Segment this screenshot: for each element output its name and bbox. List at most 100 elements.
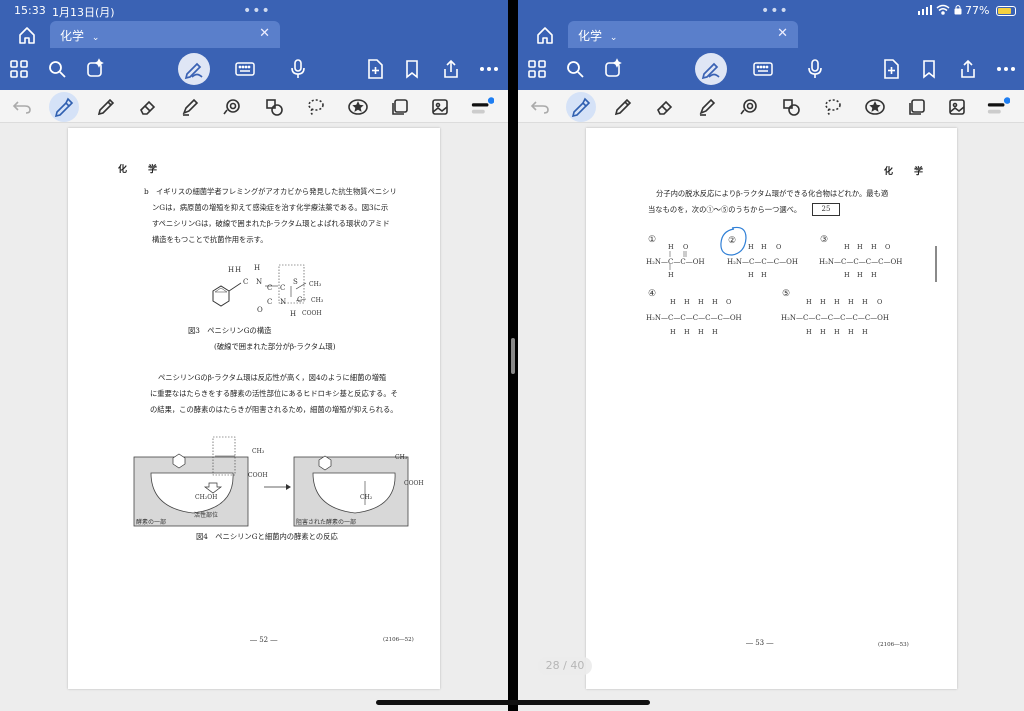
document-tab[interactable]: 化学 ⌄ ✕ <box>568 21 798 48</box>
fig3-label-ch3-1: CH₃ <box>309 281 322 288</box>
grid-icon[interactable] <box>6 56 32 82</box>
option-3-number[interactable]: ③ <box>820 235 828 245</box>
home-icon[interactable] <box>14 24 40 46</box>
battery-icon <box>996 6 1016 16</box>
svg-text:H: H <box>684 328 690 336</box>
svg-text:H: H <box>670 298 676 306</box>
more-icon[interactable] <box>476 56 502 82</box>
grid-icon[interactable] <box>524 56 550 82</box>
eraser-icon[interactable] <box>653 95 677 119</box>
fig4-inhibited-enzyme: 阻害された酵素の一部 <box>296 519 357 526</box>
fountain-pen-icon[interactable] <box>52 95 76 119</box>
multitask-dots[interactable]: ••• <box>761 3 789 19</box>
answer-box[interactable]: 25 <box>812 203 840 216</box>
shapes-icon[interactable] <box>779 95 803 119</box>
highlighter-icon[interactable] <box>178 95 202 119</box>
svg-text:H: H <box>806 298 812 306</box>
right-app-pane: ••• 77% 化学 ⌄ ✕ 化 学 分子内の脱水反応によりβ-ラクタム環ができ… <box>518 0 1024 711</box>
image-icon[interactable] <box>945 95 969 119</box>
svg-text:H: H <box>862 298 868 306</box>
sticker-icon[interactable] <box>863 95 887 119</box>
svg-text:H: H <box>834 298 840 306</box>
share-icon[interactable] <box>955 56 981 82</box>
option-5-number[interactable]: ⑤ <box>782 289 790 299</box>
pen-color-icon[interactable] <box>986 95 1010 119</box>
svg-text:H: H <box>871 271 877 279</box>
share-icon[interactable] <box>438 56 464 82</box>
fig4-caption: 図4 ペニシリンGと細菌内の酵素との反応 <box>196 532 338 541</box>
fig3-label-h1: H <box>228 266 235 274</box>
signal-icon <box>918 5 932 15</box>
drawing-toolbar <box>518 90 1024 123</box>
svg-text:H: H <box>871 243 877 251</box>
enzyme-reaction-figure <box>133 436 409 527</box>
home-icon[interactable] <box>532 24 558 46</box>
svg-text:O: O <box>885 243 890 251</box>
lasso-select-icon[interactable] <box>304 95 328 119</box>
pen-color-icon[interactable] <box>470 95 494 119</box>
add-page-icon[interactable] <box>878 56 904 82</box>
image-icon[interactable] <box>428 95 452 119</box>
bookmark-icon[interactable] <box>399 56 425 82</box>
multitask-dots[interactable]: ••• <box>243 3 271 19</box>
lasso-eraser-icon[interactable] <box>737 95 761 119</box>
page-header: 化 学 <box>118 165 164 175</box>
undo-icon[interactable] <box>528 95 552 119</box>
sticky-note-icon[interactable] <box>388 95 412 119</box>
microphone-icon[interactable] <box>285 56 311 82</box>
document-tab[interactable]: 化学 ⌄ ✕ <box>50 21 280 48</box>
chevron-down-icon[interactable]: ⌄ <box>92 33 100 43</box>
keyboard-icon[interactable] <box>750 56 776 82</box>
fig3-label-cooh: COOH <box>302 310 322 317</box>
option-1-number[interactable]: ① <box>648 235 656 245</box>
fig4-active-site: 活性部位 <box>194 512 219 519</box>
home-indicator[interactable] <box>376 700 650 705</box>
para-b-line-2: ンGは，病原菌の増殖を抑えて感染症を治す化学療法薬である。図3に示 <box>152 203 389 212</box>
svg-text:H: H <box>684 298 690 306</box>
fig3-label-n1: N <box>256 278 263 286</box>
search-icon[interactable] <box>562 56 588 82</box>
option-3-substituents: HHHO HHH <box>844 243 890 279</box>
fig4-enzyme-part: 酵素の一部 <box>136 519 167 526</box>
tab-title: 化学 <box>60 29 85 43</box>
more-icon[interactable] <box>993 56 1019 82</box>
fig4-ch2oh: CH₂OH <box>195 494 218 501</box>
keyboard-icon[interactable] <box>232 56 258 82</box>
shapes-icon[interactable] <box>262 95 286 119</box>
pencil-icon[interactable] <box>94 95 118 119</box>
pencil-icon[interactable] <box>611 95 635 119</box>
pen-mode-button[interactable] <box>695 53 727 85</box>
bookmark-icon[interactable] <box>916 56 942 82</box>
pen-mode-button[interactable] <box>178 53 210 85</box>
ai-assist-icon[interactable] <box>82 56 108 82</box>
highlighter-icon[interactable] <box>695 95 719 119</box>
split-view-handle[interactable] <box>511 338 515 374</box>
microphone-icon[interactable] <box>802 56 828 82</box>
sticker-icon[interactable] <box>346 95 370 119</box>
svg-text:H: H <box>668 271 674 279</box>
close-icon[interactable]: ✕ <box>777 26 788 41</box>
eraser-icon[interactable] <box>136 95 160 119</box>
svg-text:O: O <box>726 298 731 306</box>
add-page-icon[interactable] <box>362 56 388 82</box>
question-line-1: 分子内の脱水反応によりβ-ラクタム環ができる化合物はどれか。最も適 <box>656 189 889 198</box>
fountain-pen-icon[interactable] <box>569 95 593 119</box>
fig3-label-ch3-2: CH₃ <box>311 297 324 304</box>
fig3-note: (破線で囲まれた部分がβ-ラクタム環) <box>214 342 336 351</box>
undo-icon[interactable] <box>10 95 34 119</box>
svg-text:H: H <box>820 298 826 306</box>
svg-text:H: H <box>820 328 826 336</box>
option-2-substituents: HHO HH <box>748 243 781 279</box>
close-icon[interactable]: ✕ <box>259 26 270 41</box>
chevron-down-icon[interactable]: ⌄ <box>610 33 618 43</box>
fig3-label-h3: H <box>254 264 261 272</box>
lasso-eraser-icon[interactable] <box>220 95 244 119</box>
ai-assist-icon[interactable] <box>600 56 626 82</box>
option-4-number[interactable]: ④ <box>648 289 656 299</box>
lasso-select-icon[interactable] <box>821 95 845 119</box>
scroll-indicator[interactable] <box>935 246 937 282</box>
sticky-note-icon[interactable] <box>905 95 929 119</box>
search-icon[interactable] <box>44 56 70 82</box>
svg-text:H: H <box>748 271 754 279</box>
page-number: ― 52 ― <box>250 636 278 644</box>
